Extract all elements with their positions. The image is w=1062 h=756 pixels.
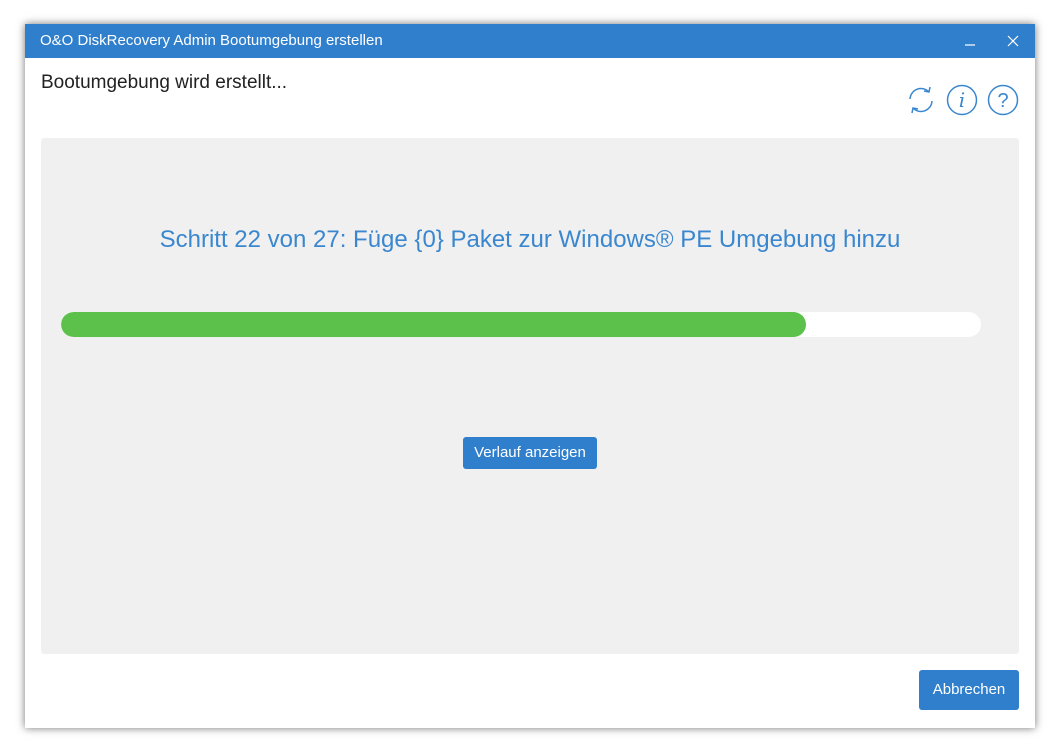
close-icon bbox=[1007, 35, 1019, 47]
window-title: O&O DiskRecovery Admin Bootumgebung erst… bbox=[40, 32, 383, 49]
svg-text:?: ? bbox=[997, 90, 1008, 112]
title-bar: O&O DiskRecovery Admin Bootumgebung erst… bbox=[25, 24, 1035, 58]
info-icon: i bbox=[946, 84, 978, 116]
progress-panel: Schritt 22 von 27: Füge {0} Paket zur Wi… bbox=[41, 138, 1019, 654]
help-icon: ? bbox=[987, 84, 1019, 116]
info-button[interactable]: i bbox=[946, 84, 978, 116]
svg-text:i: i bbox=[959, 88, 965, 112]
progress-bar bbox=[61, 312, 981, 337]
status-heading: Bootumgebung wird erstellt... bbox=[41, 72, 288, 93]
dialog-window: O&O DiskRecovery Admin Bootumgebung erst… bbox=[25, 24, 1035, 728]
refresh-icon bbox=[909, 86, 933, 114]
cancel-button[interactable]: Abbrechen bbox=[919, 670, 1019, 710]
close-button[interactable] bbox=[993, 24, 1033, 58]
minimize-icon bbox=[965, 44, 975, 46]
help-button[interactable]: ? bbox=[987, 84, 1019, 116]
minimize-button[interactable] bbox=[950, 24, 990, 58]
refresh-button[interactable] bbox=[905, 84, 937, 116]
step-status-text: Schritt 22 von 27: Füge {0} Paket zur Wi… bbox=[159, 226, 901, 253]
show-history-button[interactable]: Verlauf anzeigen bbox=[463, 437, 597, 469]
progress-bar-fill bbox=[61, 312, 807, 337]
